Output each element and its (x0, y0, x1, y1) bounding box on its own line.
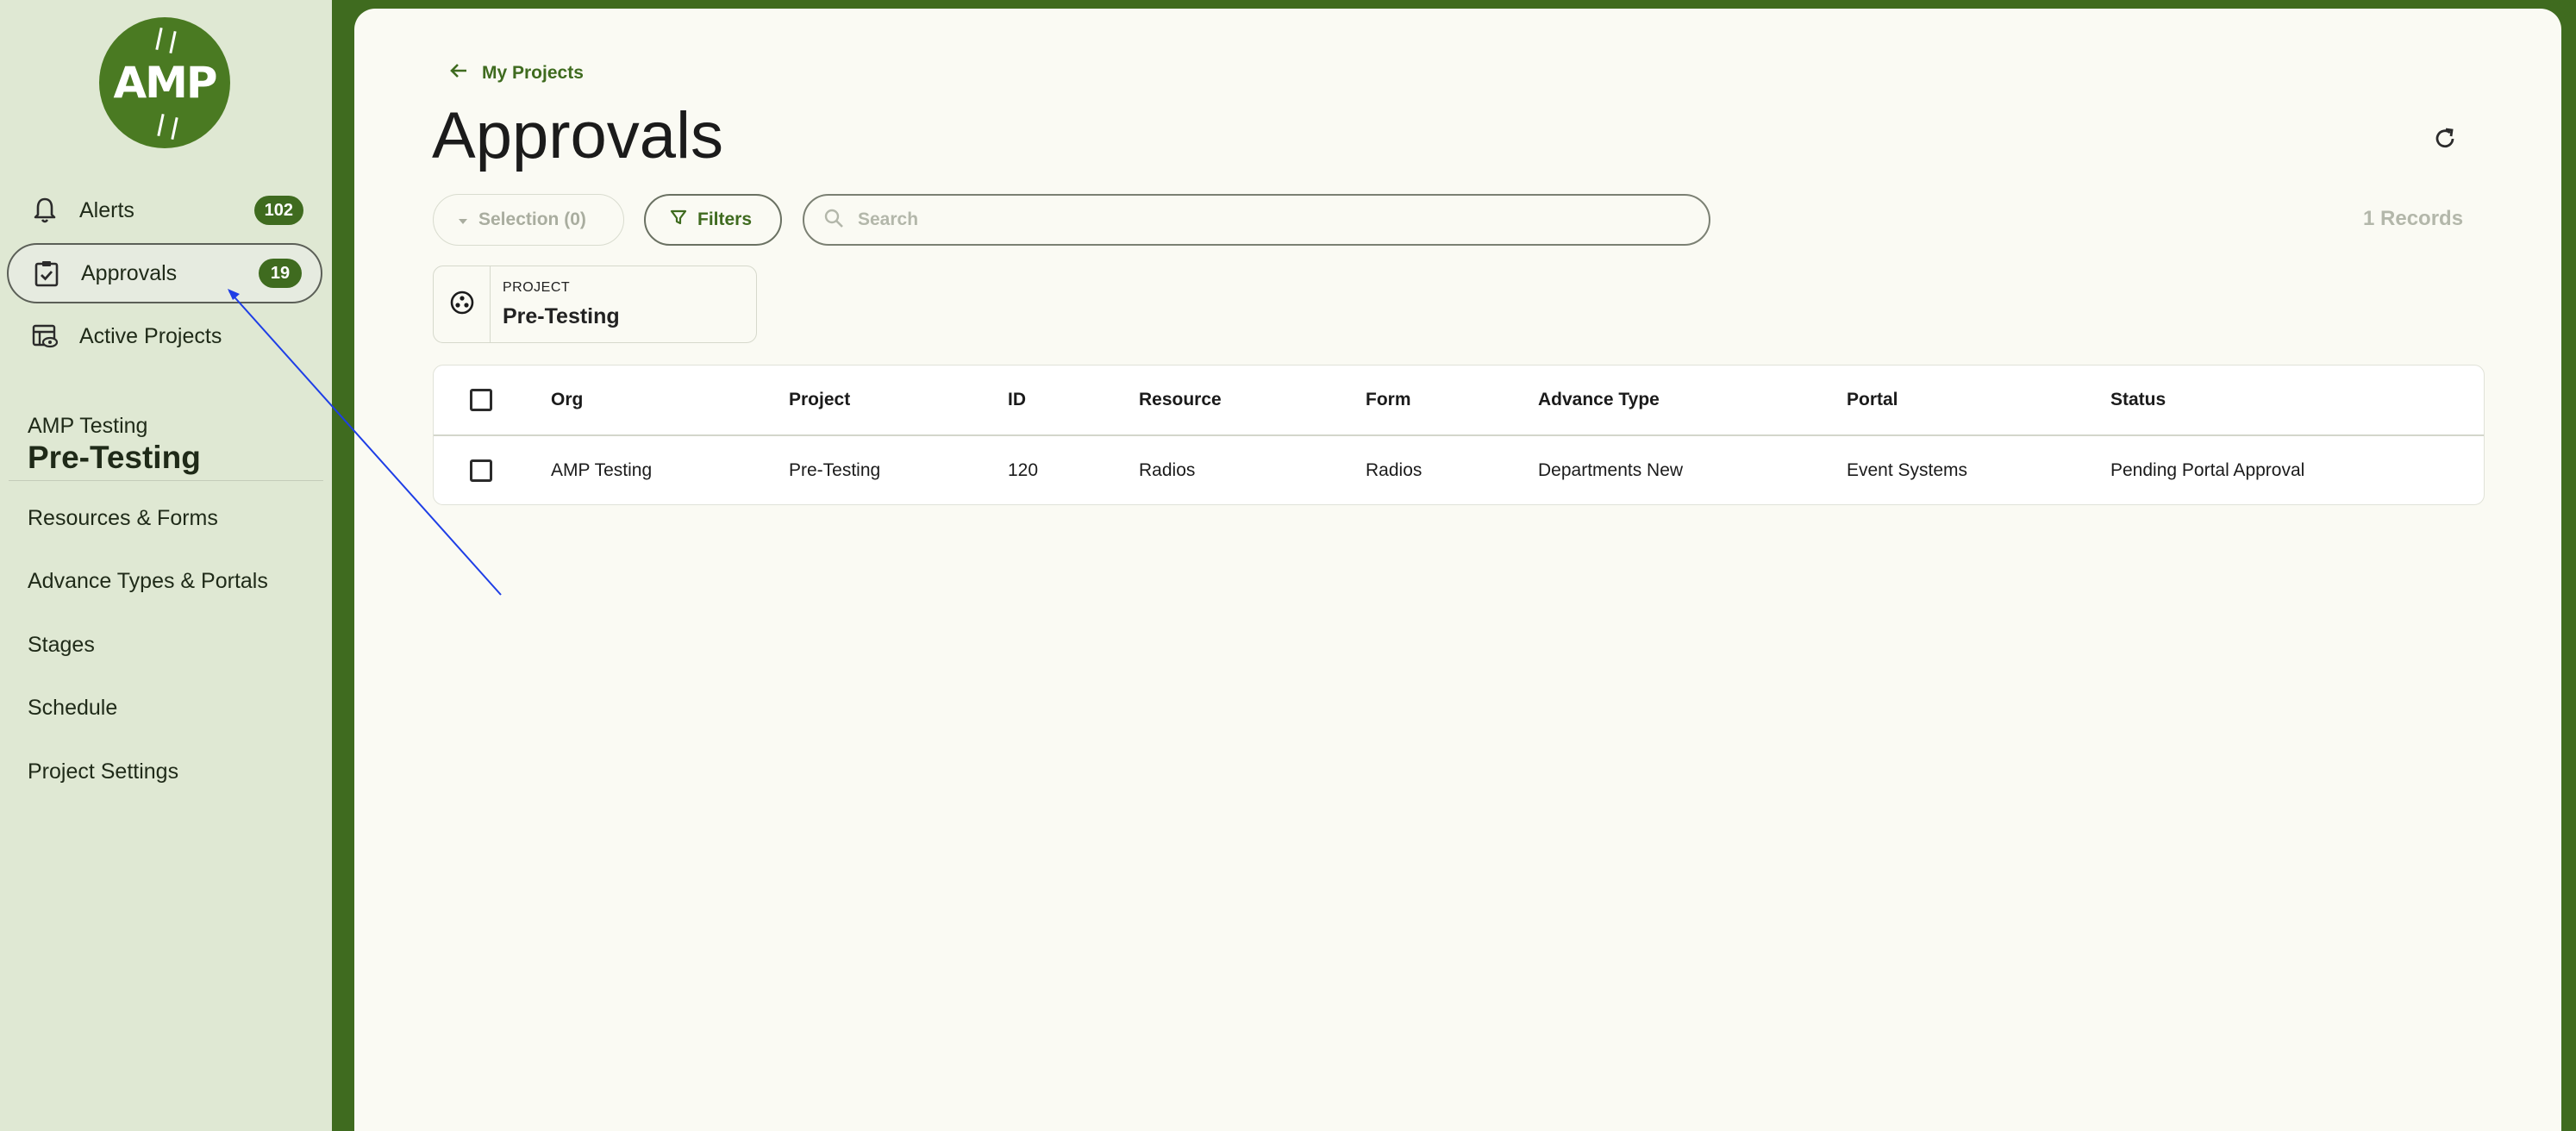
row-checkbox[interactable] (470, 459, 492, 482)
cell-project: Pre-Testing (789, 460, 881, 480)
refresh-button[interactable] (2423, 119, 2467, 162)
current-project-org: AMP Testing (28, 414, 148, 438)
table-header-row: Org Project ID Resource Form Advance Typ… (434, 366, 2484, 436)
clipboard-check-icon (29, 256, 64, 291)
logo-spark (171, 116, 178, 141)
bell-icon (28, 193, 62, 228)
filter-icon (670, 209, 687, 231)
cell-status: Pending Portal Approval (2110, 460, 2305, 480)
project-chip-icon-cell (434, 266, 491, 342)
refresh-icon (2433, 127, 2457, 155)
records-count: 1 Records (2363, 207, 2464, 230)
sidebar-item-stages[interactable]: Stages (28, 633, 95, 658)
project-chip-value: Pre-Testing (503, 304, 620, 328)
approvals-count-badge: 19 (259, 259, 302, 288)
sidebar-item-label: Alerts (79, 197, 134, 222)
sidebar-item-label: Approvals (81, 260, 178, 285)
current-project-name: Pre-Testing (28, 440, 201, 475)
sidebar-item-schedule[interactable]: Schedule (28, 696, 117, 721)
filters-label: Filters (697, 209, 753, 229)
column-header-status[interactable]: Status (2110, 366, 2166, 434)
search-field[interactable] (803, 194, 1710, 246)
cell-org: AMP Testing (551, 460, 653, 480)
sidebar-item-active-projects[interactable]: Active Projects (7, 306, 322, 366)
back-to-my-projects-link[interactable]: My Projects (449, 62, 584, 84)
alerts-count-badge: 102 (253, 196, 303, 225)
select-all-checkbox[interactable] (470, 389, 492, 411)
cell-form: Radios (1366, 460, 1422, 480)
project-chip-label: PROJECT (503, 280, 571, 295)
page-title: Approvals (432, 99, 723, 172)
amp-logo[interactable]: AMP (99, 17, 230, 148)
logo-text: AMP (113, 58, 217, 108)
project-chip-text: PROJECT Pre-Testing (491, 266, 620, 342)
row-select-cell (470, 436, 492, 504)
arrow-left-icon (449, 62, 468, 84)
projects-eye-icon (28, 319, 62, 353)
selection-label: Selection (0) (478, 209, 586, 229)
sidebar-item-approvals[interactable]: Approvals 19 (7, 243, 322, 303)
main-panel: My Projects Approvals Selection (0) Filt… (354, 9, 2561, 1131)
table-row[interactable]: AMP Testing Pre-Testing 120 Radios Radio… (434, 436, 2484, 504)
back-link-label: My Projects (482, 63, 584, 83)
logo-spark (155, 27, 163, 51)
column-header-form[interactable]: Form (1366, 366, 1411, 434)
sidebar-item-alerts[interactable]: Alerts 102 (7, 180, 322, 241)
column-header-id[interactable]: ID (1008, 366, 1026, 434)
project-cluster-icon (449, 290, 475, 320)
selection-dropdown-button[interactable]: Selection (0) (433, 194, 624, 246)
cell-resource: Radios (1139, 460, 1196, 480)
column-header-portal[interactable]: Portal (1847, 366, 1898, 434)
column-header-org[interactable]: Org (551, 366, 583, 434)
caret-down-icon (458, 209, 468, 230)
cell-advance-type: Departments New (1538, 460, 1684, 480)
logo-spark (169, 30, 177, 54)
sidebar: AMP Alerts 102 Approvals 19 Active Proje… (0, 0, 332, 1131)
logo-spark (157, 113, 165, 137)
column-header-advance-type[interactable]: Advance Type (1538, 366, 1660, 434)
filters-button[interactable]: Filters (644, 194, 782, 246)
sidebar-item-resources-forms[interactable]: Resources & Forms (28, 506, 218, 531)
approvals-table: Org Project ID Resource Form Advance Typ… (433, 365, 2485, 505)
project-filter-chip[interactable]: PROJECT Pre-Testing (433, 266, 757, 343)
cell-portal: Event Systems (1847, 460, 1968, 480)
search-icon (823, 208, 844, 233)
column-header-resource[interactable]: Resource (1139, 366, 1222, 434)
sidebar-divider (9, 480, 323, 481)
select-all-cell (470, 366, 492, 434)
search-input[interactable] (858, 209, 1690, 230)
sidebar-item-advance-types-portals[interactable]: Advance Types & Portals (28, 569, 268, 594)
cell-id: 120 (1008, 460, 1039, 480)
sidebar-item-project-settings[interactable]: Project Settings (28, 759, 178, 784)
sidebar-item-label: Active Projects (79, 323, 222, 348)
column-header-project[interactable]: Project (789, 366, 850, 434)
